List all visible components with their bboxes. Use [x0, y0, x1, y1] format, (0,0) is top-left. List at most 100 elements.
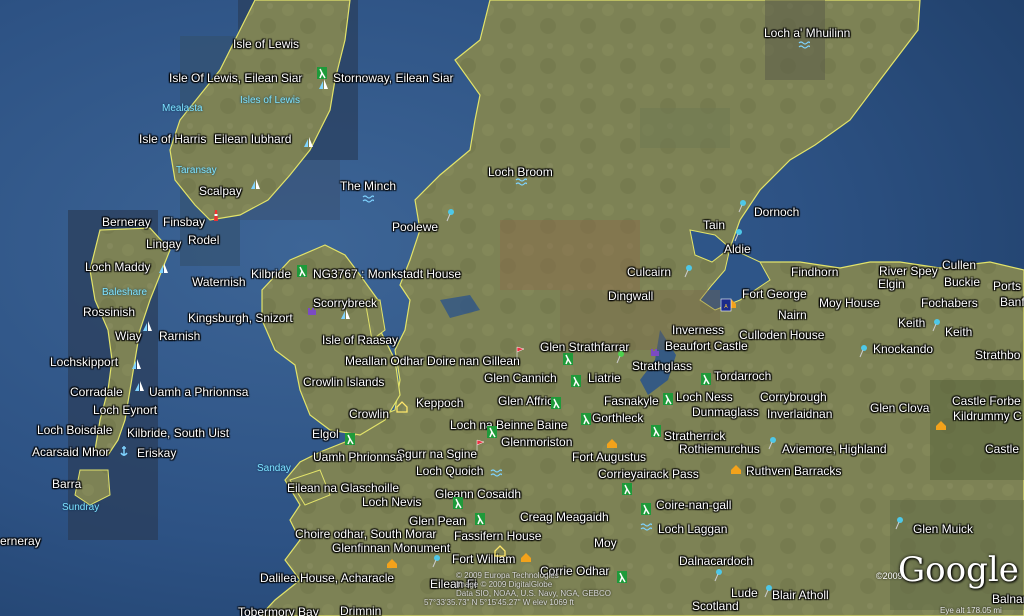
place-label[interactable]: Findhorn [791, 266, 838, 279]
place-label[interactable]: Berneray [102, 216, 151, 229]
place-label[interactable]: Lingay [146, 238, 181, 251]
hiker-icon[interactable] [616, 570, 628, 584]
place-label[interactable]: Scotland [692, 600, 739, 613]
place-label[interactable]: Moy House [819, 297, 880, 310]
place-label[interactable]: Moy [594, 537, 617, 550]
waves-icon[interactable] [798, 38, 810, 52]
waves-icon[interactable] [515, 175, 527, 189]
place-label[interactable]: Balnam [992, 593, 1024, 606]
house-icon[interactable] [396, 400, 408, 414]
place-label[interactable]: Loch Boisdale [37, 424, 112, 437]
hiker-icon[interactable] [296, 264, 308, 278]
place-label[interactable]: Waternish [192, 276, 246, 289]
place-label[interactable]: Rossinish [83, 306, 135, 319]
place-label[interactable]: Finsbay [163, 216, 205, 229]
place-label[interactable]: Castle [985, 443, 1019, 456]
place-label[interactable]: Loch na Beinne Baine [450, 419, 567, 432]
sailboat-icon[interactable] [250, 178, 262, 192]
hiker-icon[interactable] [700, 372, 712, 386]
castle-icon[interactable] [649, 344, 661, 358]
pushpin-icon[interactable] [614, 350, 626, 364]
place-label[interactable]: Eriskay [137, 447, 176, 460]
place-label[interactable]: Kilbride, South Uist [127, 427, 229, 440]
hiker-icon[interactable] [662, 392, 674, 406]
hiker-icon[interactable] [580, 412, 592, 426]
place-label[interactable]: Loch Laggan [658, 523, 727, 536]
sailboat-icon[interactable] [340, 308, 352, 322]
place-label[interactable]: Rothiemurchus [679, 443, 760, 456]
place-label[interactable]: Tobermory Bay [238, 606, 319, 616]
waves-icon[interactable] [362, 192, 374, 206]
pushpin-icon[interactable] [857, 344, 869, 358]
place-label[interactable]: Rarnish [159, 330, 200, 343]
pushpin-icon[interactable] [430, 554, 442, 568]
place-label[interactable]: Fort George [742, 288, 807, 301]
place-label[interactable]: Keith [945, 326, 972, 339]
place-label[interactable]: Drimnin [340, 605, 381, 616]
house-icon[interactable] [730, 462, 742, 476]
place-label[interactable]: Loch Ness [676, 391, 733, 404]
place-label[interactable]: Isle of Harris [139, 133, 206, 146]
place-label[interactable]: Kingsburgh, Snizort [188, 312, 293, 325]
place-label[interactable]: Choire odhar, South Morar [295, 528, 436, 541]
place-label[interactable]: Kilbride [251, 268, 291, 281]
pushpin-icon[interactable] [736, 199, 748, 213]
hiker-icon[interactable] [486, 425, 498, 439]
place-label[interactable]: Rodel [188, 234, 219, 247]
pushpin-icon[interactable] [682, 264, 694, 278]
place-label[interactable]: Scalpay [199, 185, 242, 198]
place-label[interactable]: Isle Of Lewis, Eilean Siar [169, 72, 302, 85]
place-label[interactable]: Inverlaidnan [767, 408, 832, 421]
place-label[interactable]: Eilean Iubhard [214, 133, 291, 146]
place-label[interactable]: Fochabers [921, 297, 978, 310]
pushpin-icon[interactable] [444, 208, 456, 222]
place-label[interactable]: Ruthven Barracks [746, 465, 841, 478]
place-label[interactable]: Wiay [115, 330, 142, 343]
place-label[interactable]: Blair Atholl [772, 589, 829, 602]
place-label[interactable]: Culloden House [739, 329, 824, 342]
place-label[interactable]: Knockando [873, 343, 933, 356]
place-label[interactable]: Glen Clova [870, 402, 929, 415]
hiker-icon[interactable] [570, 374, 582, 388]
place-label[interactable]: Banf [1000, 296, 1024, 309]
hiker-icon[interactable] [452, 496, 464, 510]
place-label[interactable]: Elgol [312, 428, 339, 441]
place-label[interactable]: Corrybrough [760, 391, 827, 404]
hiker-icon[interactable] [640, 502, 652, 516]
place-label[interactable]: Uamh Phrionnsa [313, 451, 402, 464]
house-icon[interactable] [606, 436, 618, 450]
flag-icon[interactable] [474, 438, 486, 452]
place-label[interactable]: NG3767 : Monkstadt House [313, 268, 461, 281]
place-label[interactable]: Coire-nan-gall [656, 499, 731, 512]
castle-icon[interactable] [306, 303, 318, 317]
sailboat-icon[interactable] [134, 380, 146, 394]
place-label[interactable]: Aldie [724, 243, 751, 256]
place-label[interactable]: Meallan Odhar Doire nan Gillean [345, 355, 520, 368]
place-label[interactable]: Castle Forbe [952, 395, 1021, 408]
place-label[interactable]: Cullen [942, 259, 976, 272]
place-label[interactable]: Culcairn [627, 266, 671, 279]
lighthouse-icon[interactable] [210, 208, 222, 222]
place-label[interactable]: Nairn [778, 309, 807, 322]
place-label[interactable]: Lochskipport [50, 356, 118, 369]
place-label[interactable]: Gleann Cosaidh [435, 488, 521, 501]
place-label[interactable]: Acarsaid Mhor [32, 446, 109, 459]
pushpin-icon[interactable] [893, 516, 905, 530]
place-label[interactable]: Corradale [70, 386, 123, 399]
place-label[interactable]: Liatrie [588, 372, 621, 385]
place-label[interactable]: Crowlin [349, 408, 389, 421]
place-label[interactable]: Keppoch [416, 397, 463, 410]
waves-icon[interactable] [640, 520, 652, 534]
place-label[interactable]: Glen Affric [498, 395, 553, 408]
hiker-icon[interactable] [344, 432, 356, 446]
place-label[interactable]: Strathglass [632, 360, 692, 373]
map-view[interactable]: Isle of Lewis Isle Of Lewis, Eilean Siar… [0, 0, 1024, 616]
hiker-icon[interactable] [474, 512, 486, 526]
anchor-icon[interactable] [118, 444, 130, 458]
sailboat-icon[interactable] [142, 320, 154, 334]
place-label[interactable]: Eilean na Glaschoille [287, 482, 399, 495]
place-label[interactable]: Barra [52, 478, 81, 491]
waves-icon[interactable] [490, 466, 502, 480]
place-label[interactable]: Sgurr na Sgine [397, 448, 477, 461]
house-icon[interactable] [935, 418, 947, 432]
